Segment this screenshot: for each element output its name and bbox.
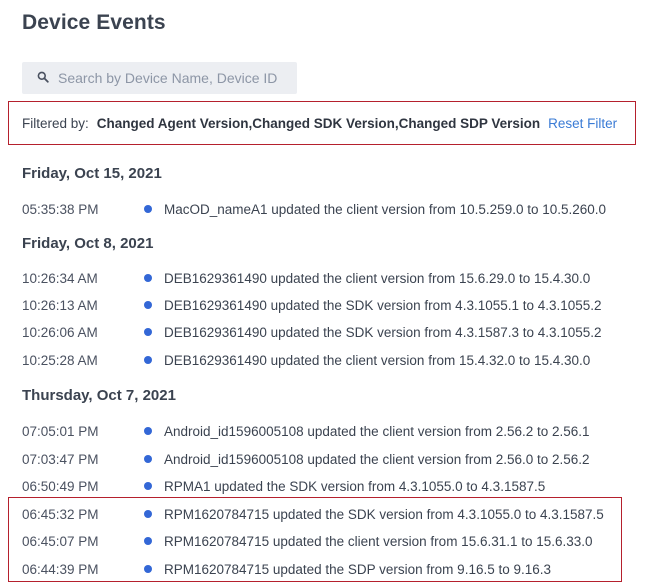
event-dot — [144, 482, 152, 490]
event-dot — [144, 205, 152, 213]
search-input[interactable] — [58, 70, 278, 86]
event-text: DEB1629361490 updated the SDK version fr… — [164, 297, 602, 313]
event-time: 07:03:47 PM — [22, 451, 99, 467]
event-row: 07:03:47 PM Android_id1596005108 updated… — [22, 449, 590, 469]
reset-filter-link[interactable]: Reset Filter — [548, 116, 617, 131]
event-row: 07:05:01 PM Android_id1596005108 updated… — [22, 421, 590, 441]
event-row: 10:26:34 AM DEB1629361490 updated the cl… — [22, 268, 590, 288]
event-text: DEB1629361490 updated the client version… — [164, 270, 591, 286]
event-row: 10:26:13 AM DEB1629361490 updated the SD… — [22, 295, 602, 315]
filter-bar: Filtered by: Changed Agent Version,Chang… — [8, 101, 636, 145]
filter-label: Filtered by: — [22, 115, 89, 131]
event-dot — [144, 356, 152, 364]
event-text: Android_id1596005108 updated the client … — [164, 451, 590, 467]
event-row: 10:26:06 AM DEB1629361490 updated the SD… — [22, 322, 602, 342]
event-time: 07:05:01 PM — [22, 423, 99, 439]
event-row: 06:50:49 PM RPMA1 updated the SDK versio… — [22, 476, 545, 496]
event-dot — [144, 328, 152, 336]
event-dot — [144, 301, 152, 309]
event-text: Android_id1596005108 updated the client … — [164, 423, 590, 439]
event-text: DEB1629361490 updated the client version… — [164, 352, 591, 368]
event-time: 10:26:06 AM — [22, 324, 98, 340]
event-time: 10:26:34 AM — [22, 270, 98, 286]
event-time: 06:50:49 PM — [22, 478, 99, 494]
event-time: 05:35:38 PM — [22, 201, 99, 217]
search-box[interactable] — [22, 62, 297, 94]
event-dot — [144, 455, 152, 463]
event-dot — [144, 427, 152, 435]
search-icon — [37, 71, 51, 85]
event-text: RPMA1 updated the SDK version from 4.3.1… — [164, 478, 546, 494]
event-row: 10:25:28 AM DEB1629361490 updated the cl… — [22, 350, 590, 370]
page-title: Device Events — [22, 11, 166, 34]
date-header: Friday, Oct 8, 2021 — [22, 235, 154, 252]
highlight-box — [8, 497, 622, 582]
event-dot — [144, 274, 152, 282]
event-text: DEB1629361490 updated the SDK version fr… — [164, 324, 602, 340]
event-text: MacOD_nameA1 updated the client version … — [164, 201, 607, 217]
event-row: 05:35:38 PM MacOD_nameA1 updated the cli… — [22, 199, 606, 219]
event-time: 10:26:13 AM — [22, 297, 98, 313]
filter-value: Changed Agent Version,Changed SDK Versio… — [96, 115, 541, 131]
date-header: Thursday, Oct 7, 2021 — [22, 387, 176, 404]
event-time: 10:25:28 AM — [22, 352, 98, 368]
date-header: Friday, Oct 15, 2021 — [22, 165, 162, 182]
